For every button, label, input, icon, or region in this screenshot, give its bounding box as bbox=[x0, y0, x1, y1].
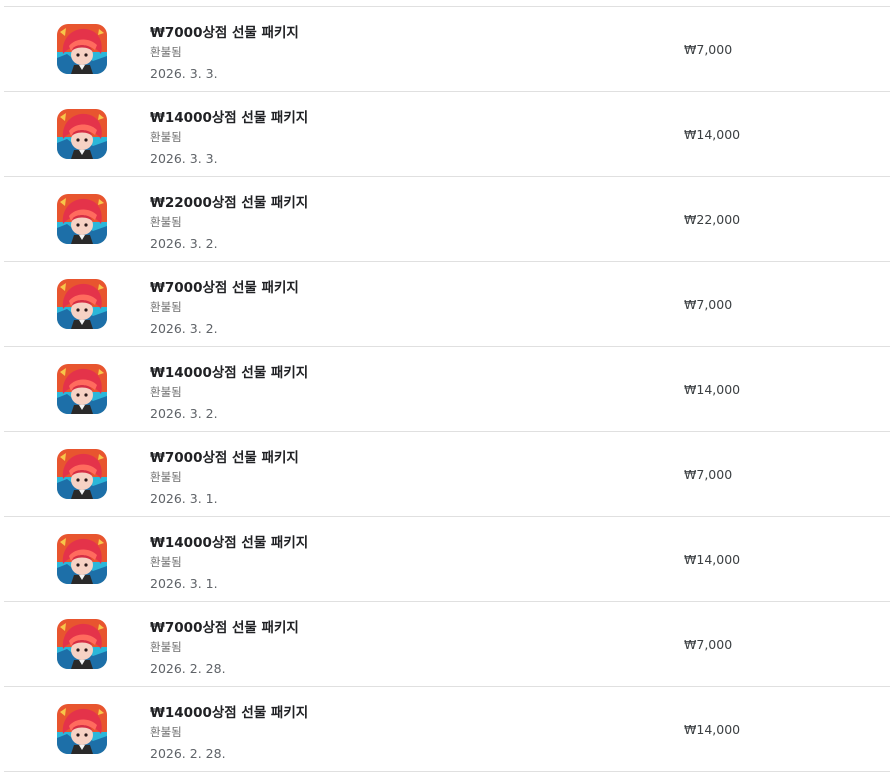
purchase-date: 2026. 3. 2. bbox=[150, 406, 218, 421]
purchase-row-2[interactable]: ₩14000상점 선물 패키지 환불됨 2026. 3. 3. ₩14,000 bbox=[4, 92, 890, 177]
purchase-row-3[interactable]: ₩22000상점 선물 패키지 환불됨 2026. 3. 2. ₩22,000 bbox=[4, 177, 890, 262]
purchase-title: ₩14000상점 선물 패키지 bbox=[150, 365, 309, 381]
purchase-title: ₩22000상점 선물 패키지 bbox=[150, 195, 309, 211]
purchase-title: ₩7000상점 선물 패키지 bbox=[150, 620, 299, 636]
purchase-title: ₩14000상점 선물 패키지 bbox=[150, 535, 309, 551]
purchase-title: ₩14000상점 선물 패키지 bbox=[150, 110, 309, 126]
purchase-title: ₩7000상점 선물 패키지 bbox=[150, 450, 299, 466]
purchase-date: 2026. 3. 1. bbox=[150, 491, 218, 506]
purchase-status: 환불됨 bbox=[150, 130, 182, 144]
purchase-title: ₩14000상점 선물 패키지 bbox=[150, 705, 309, 721]
purchase-row-6[interactable]: ₩7000상점 선물 패키지 환불됨 2026. 3. 1. ₩7,000 bbox=[4, 432, 890, 517]
purchase-status: 환불됨 bbox=[150, 640, 182, 654]
purchase-date: 2026. 3. 2. bbox=[150, 236, 218, 251]
purchase-price: ₩14,000 bbox=[684, 722, 741, 737]
purchase-status: 환불됨 bbox=[150, 215, 182, 229]
purchase-status: 환불됨 bbox=[150, 45, 182, 59]
game-character-icon bbox=[57, 449, 107, 499]
purchase-price: ₩7,000 bbox=[684, 297, 733, 312]
game-character-icon bbox=[57, 704, 107, 754]
purchase-status: 환불됨 bbox=[150, 385, 182, 399]
purchase-date: 2026. 3. 2. bbox=[150, 321, 218, 336]
purchase-row-5[interactable]: ₩14000상점 선물 패키지 환불됨 2026. 3. 2. ₩14,000 bbox=[4, 347, 890, 432]
purchase-status: 환불됨 bbox=[150, 555, 182, 569]
game-character-icon bbox=[57, 194, 107, 244]
purchase-title: ₩7000상점 선물 패키지 bbox=[150, 280, 299, 296]
purchase-price: ₩14,000 bbox=[684, 382, 741, 397]
purchase-price: ₩7,000 bbox=[684, 467, 733, 482]
game-character-icon bbox=[57, 534, 107, 584]
game-character-icon bbox=[57, 109, 107, 159]
purchase-status: 환불됨 bbox=[150, 470, 182, 484]
purchase-list: ₩7000상점 선물 패키지 환불됨 2026. 3. 3. ₩7,000 ₩1… bbox=[4, 6, 890, 772]
game-character-icon bbox=[57, 24, 107, 74]
purchase-row-4[interactable]: ₩7000상점 선물 패키지 환불됨 2026. 3. 2. ₩7,000 bbox=[4, 262, 890, 347]
purchase-row-8[interactable]: ₩7000상점 선물 패키지 환불됨 2026. 2. 28. ₩7,000 bbox=[4, 602, 890, 687]
purchase-date: 2026. 3. 3. bbox=[150, 66, 218, 81]
purchase-price: ₩14,000 bbox=[684, 552, 741, 567]
game-character-icon bbox=[57, 279, 107, 329]
purchase-date: 2026. 2. 28. bbox=[150, 661, 226, 676]
purchase-status: 환불됨 bbox=[150, 300, 182, 314]
purchase-price: ₩7,000 bbox=[684, 637, 733, 652]
purchase-price: ₩14,000 bbox=[684, 127, 741, 142]
purchase-row-9[interactable]: ₩14000상점 선물 패키지 환불됨 2026. 2. 28. ₩14,000 bbox=[4, 687, 890, 772]
purchase-date: 2026. 2. 28. bbox=[150, 746, 226, 761]
purchase-price: ₩7,000 bbox=[684, 42, 733, 57]
purchase-row-7[interactable]: ₩14000상점 선물 패키지 환불됨 2026. 3. 1. ₩14,000 bbox=[4, 517, 890, 602]
game-character-icon bbox=[57, 364, 107, 414]
game-character-icon bbox=[57, 619, 107, 669]
purchase-status: 환불됨 bbox=[150, 725, 182, 739]
purchase-title: ₩7000상점 선물 패키지 bbox=[150, 25, 299, 41]
purchase-price: ₩22,000 bbox=[684, 212, 741, 227]
purchase-date: 2026. 3. 3. bbox=[150, 151, 218, 166]
purchase-row-1[interactable]: ₩7000상점 선물 패키지 환불됨 2026. 3. 3. ₩7,000 bbox=[4, 7, 890, 92]
purchase-date: 2026. 3. 1. bbox=[150, 576, 218, 591]
